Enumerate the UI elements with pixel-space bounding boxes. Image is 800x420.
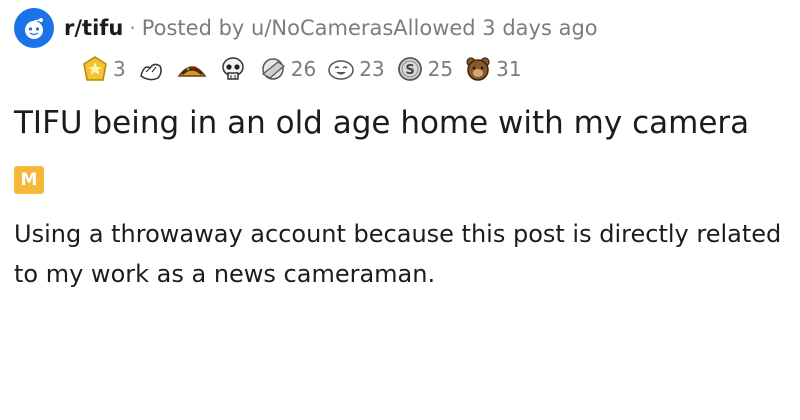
award-count: 26 (290, 57, 317, 81)
award-laughing-face[interactable]: 23 (326, 54, 385, 84)
reddit-post: r/tifu · Posted by u/NoCamerasAllowed 3 … (0, 0, 800, 420)
award-bear[interactable]: 31 (463, 54, 522, 84)
gold-star-award-icon (83, 56, 107, 81)
bear-award-icon (466, 57, 490, 81)
hands-award-icon (139, 63, 162, 81)
posted-by-text[interactable]: Posted by u/NoCamerasAllowed 3 days ago (142, 16, 598, 40)
awards-row[interactable]: 3 26 23 S 25 31 (14, 52, 786, 86)
award-count: 3 (113, 57, 126, 81)
award-taco[interactable] (176, 54, 208, 84)
award-count: 31 (496, 57, 522, 81)
laughing-face-award-icon (328, 60, 354, 80)
award-silver-coin[interactable]: S 25 (395, 54, 453, 84)
svg-text:S: S (405, 63, 414, 78)
award-count: 25 (427, 57, 454, 81)
skull-award-icon (221, 57, 244, 80)
post-meta: r/tifu · Posted by u/NoCamerasAllowed 3 … (14, 8, 786, 48)
award-hands[interactable] (136, 54, 166, 84)
meta-separator: · (129, 16, 136, 40)
post-flair-badge[interactable]: M (14, 166, 44, 194)
post-title[interactable]: TIFU being in an old age home with my ca… (14, 100, 794, 146)
award-gold-star[interactable]: 3 (80, 54, 126, 84)
silver-coin-award-icon: S (397, 57, 422, 81)
subreddit-avatar-icon[interactable] (14, 8, 54, 48)
taco-award-icon (177, 66, 207, 77)
facepalm-award-icon (261, 58, 285, 80)
post-body: Using a throwaway account because this p… (14, 220, 782, 288)
subreddit-link[interactable]: r/tifu (64, 16, 123, 40)
award-skull[interactable] (218, 54, 248, 84)
award-count: 23 (359, 57, 385, 81)
award-facepalm[interactable]: 26 (258, 54, 316, 84)
